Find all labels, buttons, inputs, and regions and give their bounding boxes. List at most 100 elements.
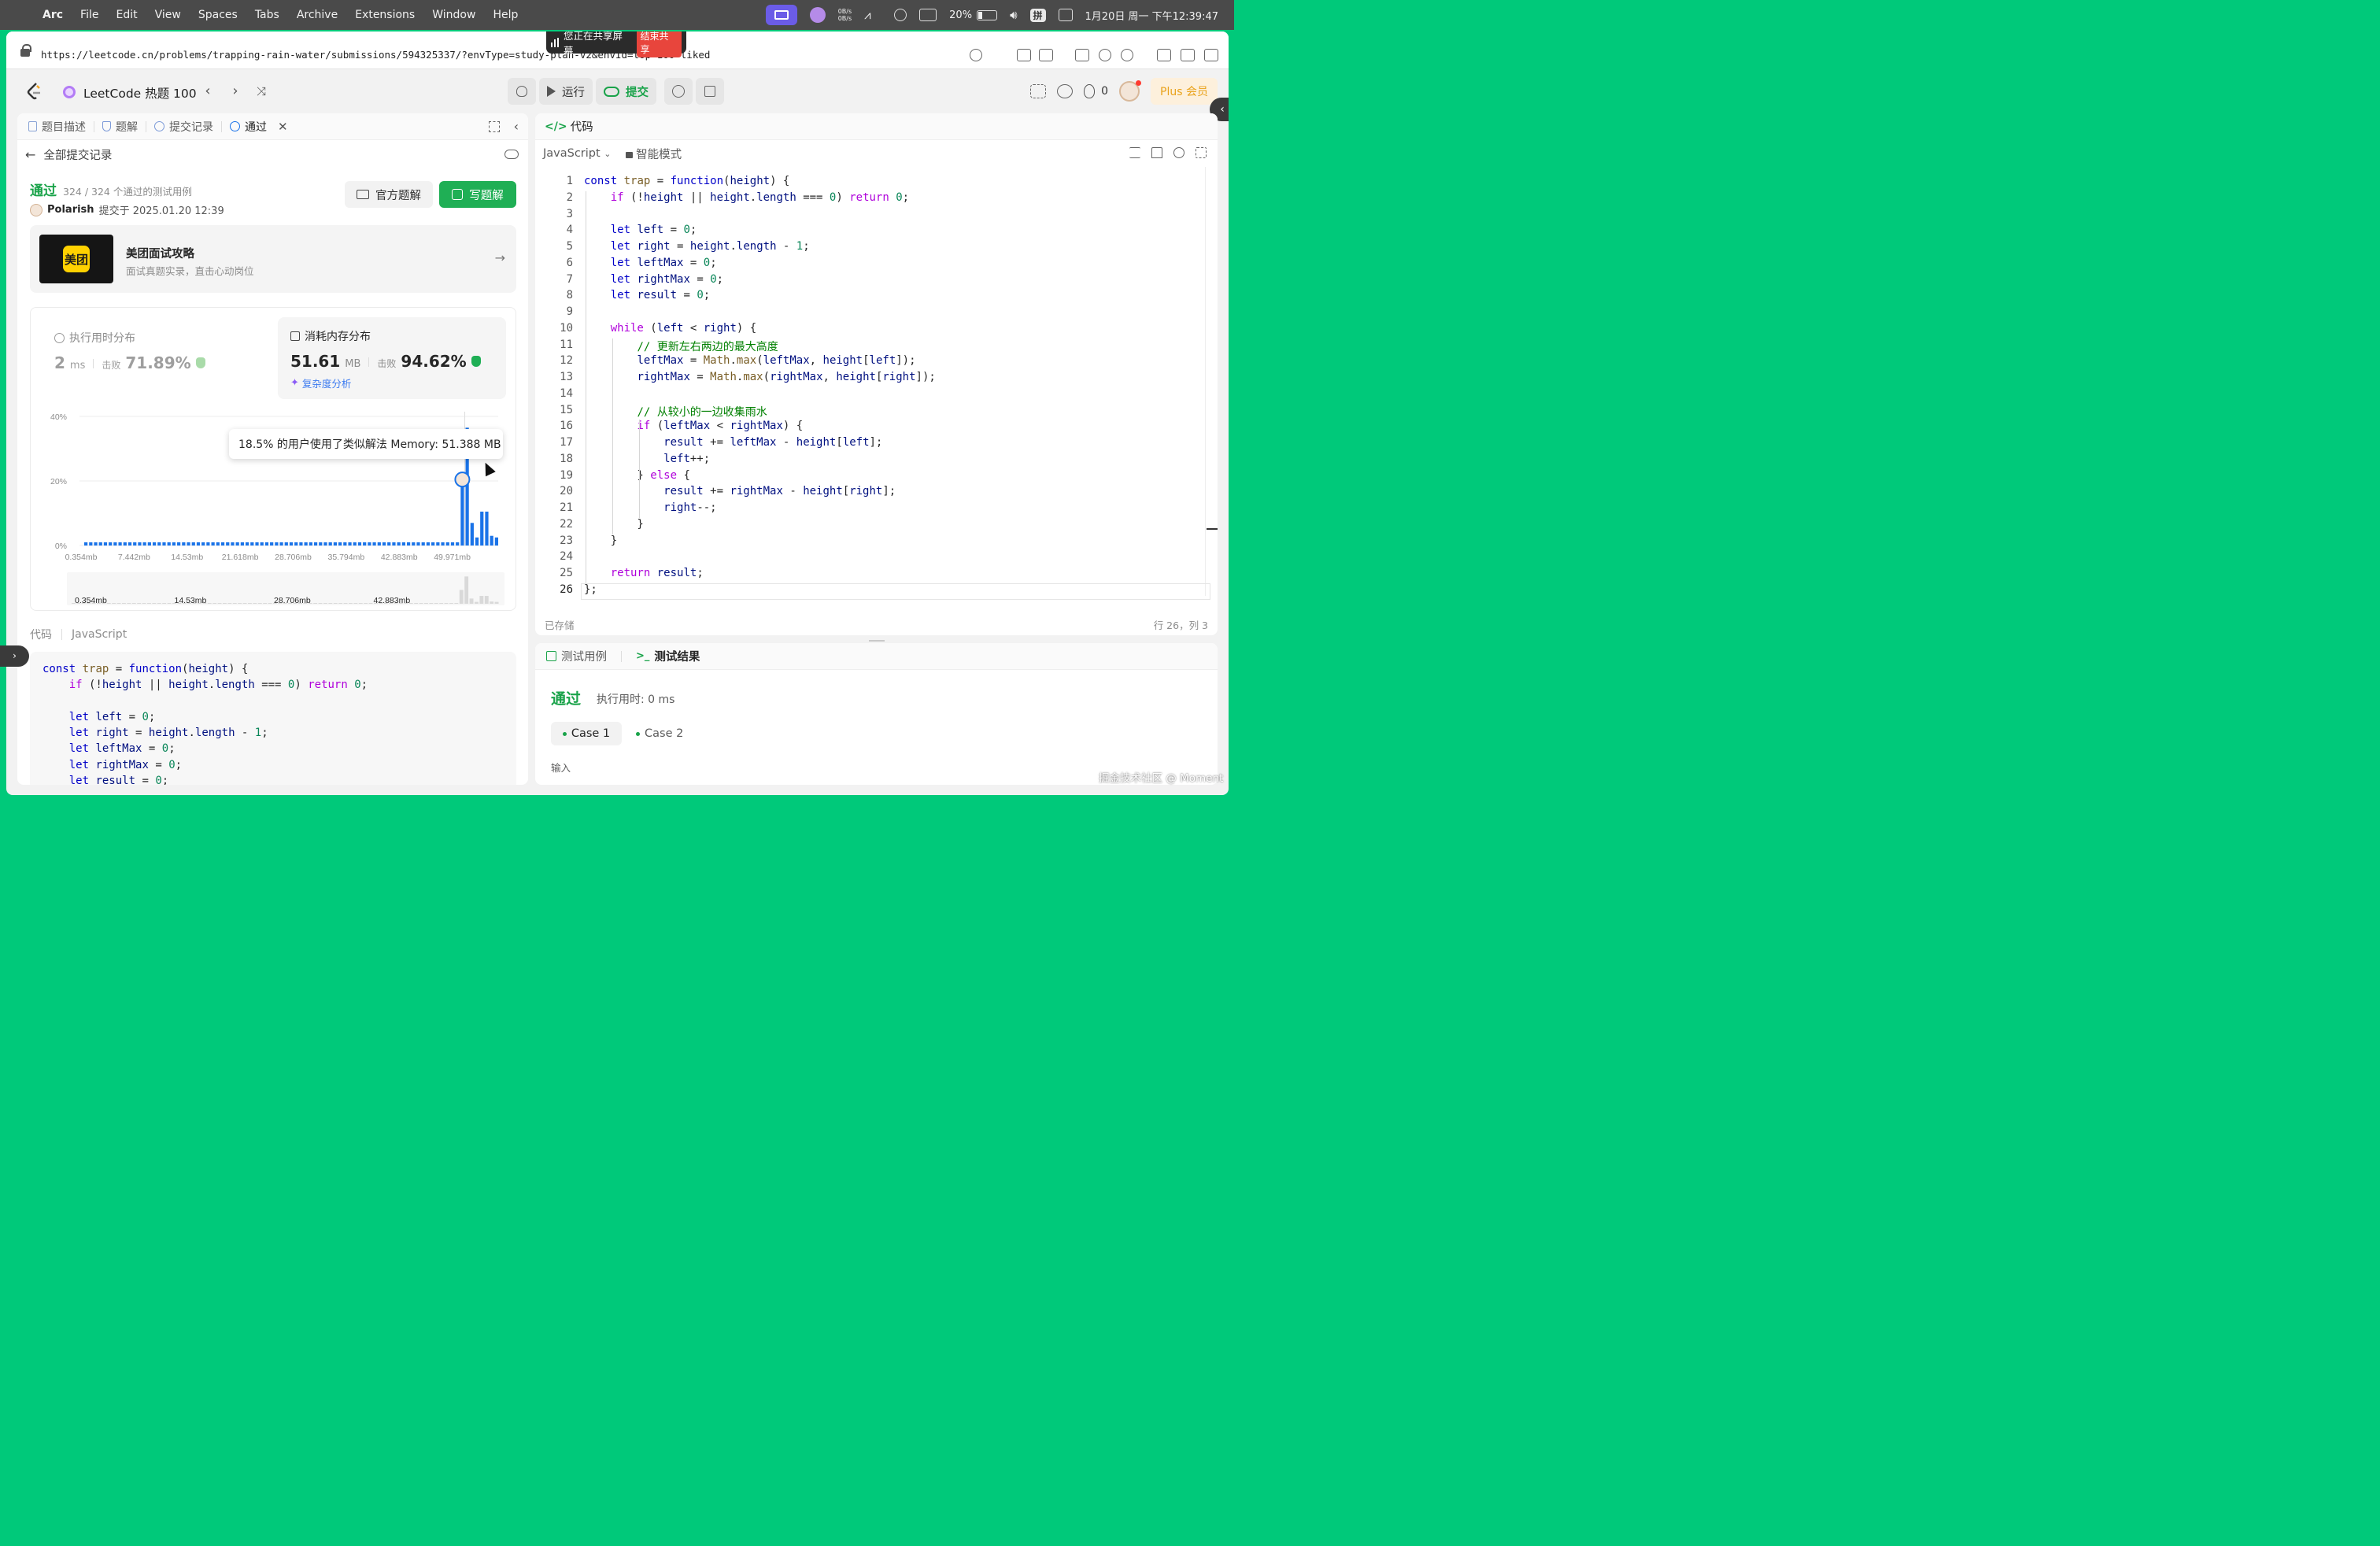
tab-accepted[interactable]: 通过 ✕ xyxy=(230,119,288,135)
tab-results-label: 测试结果 xyxy=(654,651,700,664)
menu-tabs[interactable]: Tabs xyxy=(255,9,279,21)
tab-test-results[interactable]: >_ 测试结果 xyxy=(636,648,700,664)
tab-description[interactable]: 题目描述 xyxy=(28,119,86,135)
mac-menubar: Arc File Edit View Spaces Tabs Archive E… xyxy=(0,0,1234,30)
chart-bar xyxy=(480,511,484,546)
tab-submissions[interactable]: 提交记录 xyxy=(154,119,213,135)
globe-icon[interactable] xyxy=(1099,49,1111,61)
format-icon[interactable] xyxy=(1129,147,1140,158)
case-2-tab[interactable]: Case 2 xyxy=(636,722,691,745)
tab-switch-icon[interactable] xyxy=(1181,49,1195,61)
battery-percent: 20% xyxy=(949,9,973,21)
plus-membership-button[interactable]: Plus 会员 xyxy=(1151,78,1218,105)
menu-help[interactable]: Help xyxy=(493,9,518,21)
smart-mode-toggle[interactable]: 智能模式 xyxy=(625,146,682,162)
fullscreen-icon[interactable] xyxy=(489,121,500,132)
prev-problem-icon[interactable]: ‹ xyxy=(200,83,216,99)
official-solution-button[interactable]: 官方题解 xyxy=(345,181,433,208)
display-icon[interactable] xyxy=(919,9,937,21)
clap-icon xyxy=(471,356,481,367)
terminal-icon[interactable] xyxy=(1075,49,1089,61)
navigator-bar xyxy=(232,603,237,604)
chart-bar xyxy=(382,542,386,546)
navigator-bar xyxy=(459,590,464,604)
mountain-icon[interactable]: ⩘ xyxy=(864,9,881,21)
battery-indicator[interactable]: 20% xyxy=(949,9,998,21)
write-solution-button[interactable]: 写题解 xyxy=(439,181,516,208)
tab-testcases[interactable]: 测试用例 xyxy=(546,648,607,664)
menu-window[interactable]: Window xyxy=(432,9,475,21)
shuffle-icon[interactable]: ⤨ xyxy=(253,83,269,99)
expand-left-chevron-icon[interactable]: › xyxy=(0,645,29,667)
runtime-unit: ms xyxy=(69,360,86,372)
tab-solutions[interactable]: 题解 xyxy=(102,119,138,135)
apple-icon[interactable] xyxy=(17,9,30,21)
code-textarea[interactable]: const trap = function(height) { if (!hei… xyxy=(584,175,1206,600)
runtime-distribution-tab[interactable]: 执行用时分布 2 ms 击败 71.89% xyxy=(43,319,261,398)
menu-extensions[interactable]: Extensions xyxy=(355,9,415,21)
chart-bar xyxy=(363,542,367,546)
username[interactable]: Polarish xyxy=(47,204,94,216)
control-center-icon[interactable] xyxy=(1058,9,1073,21)
menu-app-name[interactable]: Arc xyxy=(42,9,63,21)
layout-grid-icon[interactable] xyxy=(1030,84,1047,98)
screenshot-icon[interactable] xyxy=(1017,49,1031,61)
leetcode-logo-icon[interactable] xyxy=(27,83,42,100)
study-plan-title[interactable]: LeetCode 热题 100 xyxy=(83,84,197,102)
panel-resize-handle[interactable] xyxy=(869,640,885,642)
submit-button[interactable]: 提交 xyxy=(596,78,656,105)
reset-icon[interactable] xyxy=(1173,147,1184,158)
settings-gear-icon[interactable] xyxy=(1057,84,1074,98)
line-number: 15 xyxy=(560,403,573,416)
line-number: 20 xyxy=(560,485,573,498)
menu-edit[interactable]: Edit xyxy=(116,9,137,21)
line-numbers: 1 2 3 4 5 6 7 8 9 10 11 12 13 14 15 16 17 18 19 20 21 22 23 24 2… xyxy=(535,175,573,600)
streak-counter[interactable]: 0 xyxy=(1084,84,1108,98)
note-icon[interactable] xyxy=(696,78,724,105)
input-method-icon[interactable]: 拼 xyxy=(1029,8,1046,22)
next-problem-icon[interactable]: › xyxy=(227,83,243,99)
back-to-submissions[interactable]: ← 全部提交记录 xyxy=(17,140,528,168)
menu-archive[interactable]: Archive xyxy=(297,9,338,21)
volume-icon[interactable]: 🔊︎ xyxy=(1010,8,1017,22)
play-icon[interactable] xyxy=(894,9,907,21)
navigator-bar xyxy=(353,603,358,604)
menu-file[interactable]: File xyxy=(80,9,98,21)
complexity-analysis-link[interactable]: ✦ 复杂度分析 xyxy=(290,375,351,390)
share-link-icon[interactable] xyxy=(504,150,519,159)
navigator-tick-label: 28.706mb xyxy=(274,596,311,605)
collapse-panel-icon[interactable]: ‹ xyxy=(514,119,519,134)
camera-icon[interactable] xyxy=(1039,49,1053,61)
screen-share-icon[interactable] xyxy=(765,5,797,25)
y-tick-label: 0% xyxy=(55,542,67,551)
chart-bar xyxy=(118,542,122,546)
close-tab-icon[interactable]: ✕ xyxy=(278,120,288,134)
case-1-tab[interactable]: Case 1 xyxy=(551,722,622,745)
submitted-code-preview[interactable]: const trap = function(height) { if (!hei… xyxy=(30,652,516,785)
code-line: const trap = function(height) { xyxy=(584,175,790,187)
memory-distribution-tab[interactable]: 消耗内存分布 51.61 MB 击败 94.62% ✦ 复杂度分析 xyxy=(278,317,506,399)
cat-app-icon[interactable] xyxy=(809,7,826,23)
extensions-icon[interactable] xyxy=(1157,49,1171,61)
navigator-bar xyxy=(238,603,242,604)
test-tabs: 测试用例 >_ 测试结果 xyxy=(535,643,1218,670)
alarm-clock-icon[interactable] xyxy=(664,78,693,105)
navigator-bar xyxy=(364,603,368,604)
navigator-bar xyxy=(157,603,161,604)
bookmark-icon[interactable] xyxy=(1151,147,1162,158)
share-banner-text: 您正在共享屏幕 xyxy=(564,31,623,57)
menu-view[interactable]: View xyxy=(155,9,181,21)
user-avatar[interactable] xyxy=(1119,80,1142,102)
menubar-clock[interactable]: 1月20日 周一 下午12:39:47 xyxy=(1085,8,1218,23)
debug-bug-icon[interactable] xyxy=(508,78,536,105)
link-icon[interactable] xyxy=(970,49,982,61)
expand-icon[interactable] xyxy=(1196,147,1207,158)
ad-banner[interactable]: 美团 美团面试攻略 面试真题实录，直击心动岗位 → xyxy=(30,225,516,293)
stop-share-button[interactable]: 结束共享 xyxy=(636,31,682,57)
language-select[interactable]: JavaScript ⌄ xyxy=(543,147,612,160)
run-button[interactable]: 运行 xyxy=(539,78,593,105)
crosshair-icon[interactable] xyxy=(1121,49,1133,61)
menu-spaces[interactable]: Spaces xyxy=(198,9,238,21)
sidebar-toggle-icon[interactable] xyxy=(1204,49,1218,61)
navigator-bar xyxy=(223,603,227,604)
